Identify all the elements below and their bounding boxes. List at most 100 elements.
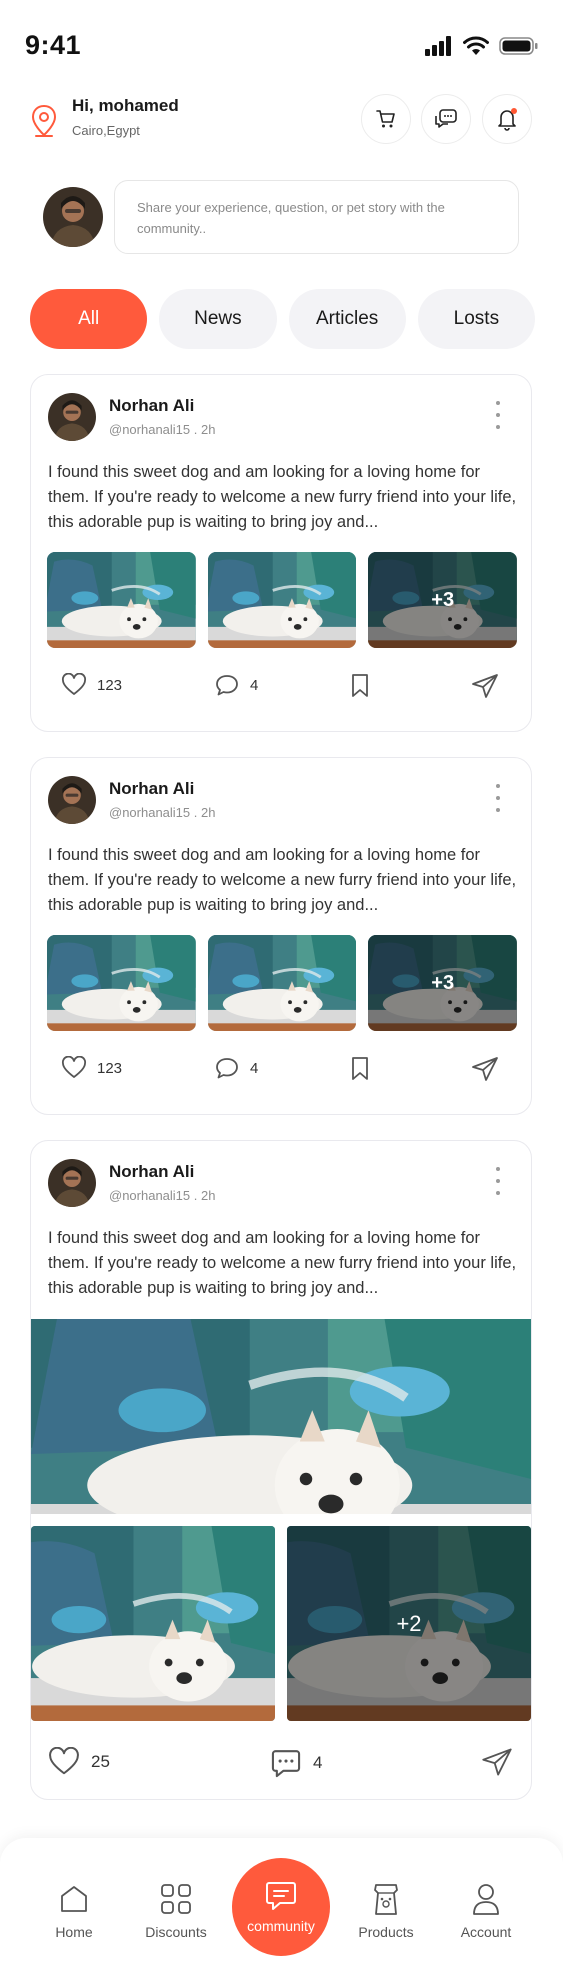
category-tabs: All News Articles Losts [30, 289, 535, 349]
send-icon [472, 674, 498, 698]
nav-label: Account [460, 1924, 512, 1940]
pet-food-bag-icon [374, 1884, 398, 1915]
post-composer: Share your experience, question, or pet … [0, 178, 563, 258]
post-author[interactable]: Norhan Ali [109, 396, 194, 416]
nav-products[interactable]: Products [336, 1878, 436, 1940]
grid-icon [161, 1884, 191, 1914]
nav-discounts[interactable]: Discounts [126, 1878, 226, 1940]
like-count: 123 [97, 676, 123, 694]
post-image[interactable] [47, 935, 196, 1031]
heart-icon [62, 673, 86, 695]
bookmark-button[interactable] [349, 673, 371, 699]
nav-account[interactable]: Account [436, 1878, 536, 1940]
like-button[interactable]: 123 [61, 673, 122, 697]
bookmark-icon [352, 674, 368, 697]
post-card: Norhan Ali @norhanali15 . 2h I found thi… [30, 374, 532, 732]
share-input[interactable]: Share your experience, question, or pet … [114, 180, 519, 254]
post-image[interactable] [31, 1526, 275, 1721]
notifications-button[interactable] [482, 94, 532, 144]
tab-articles[interactable]: Articles [288, 289, 406, 349]
post-actions: 123 4 [31, 665, 531, 705]
like-count: 25 [91, 1752, 110, 1771]
post-handle: @norhanali15 . 2h [109, 1188, 216, 1203]
avatar [43, 187, 103, 247]
community-chat-icon [266, 1882, 296, 1910]
avatar[interactable] [48, 1159, 96, 1207]
bookmark-button[interactable] [349, 1056, 371, 1082]
share-button[interactable] [481, 1747, 513, 1777]
post-handle: @norhanali15 . 2h [109, 805, 216, 820]
nav-home[interactable]: Home [24, 1878, 124, 1940]
post-image[interactable]: +2 [287, 1526, 531, 1721]
send-icon [472, 1057, 498, 1081]
heart-icon [62, 1056, 86, 1078]
post-text: I found this sweet dog and am looking fo… [48, 1229, 517, 1297]
post-image[interactable]: +3 [368, 552, 518, 648]
comment-icon [216, 675, 238, 696]
post-author[interactable]: Norhan Ali [109, 779, 194, 799]
like-count: 123 [97, 1059, 123, 1077]
comment-button[interactable]: 4 [214, 1056, 258, 1080]
more-images-count: +3 [368, 552, 518, 648]
comment-count: 4 [313, 1753, 323, 1772]
battery-icon [499, 37, 538, 55]
location-label: Cairo,Egypt [72, 123, 140, 138]
more-images-count: +3 [368, 935, 518, 1031]
home-icon [61, 1886, 87, 1912]
like-button[interactable]: 25 [47, 1747, 110, 1777]
status-bar: 9:41 [0, 0, 563, 90]
post-image[interactable] [31, 1319, 531, 1514]
heart-icon [49, 1747, 79, 1775]
post-image[interactable] [208, 552, 357, 648]
user-icon [473, 1884, 499, 1915]
comment-icon [216, 1058, 238, 1079]
more-options-icon[interactable] [495, 784, 501, 812]
send-icon [482, 1748, 512, 1776]
post-author[interactable]: Norhan Ali [109, 1162, 194, 1182]
tab-losts[interactable]: Losts [417, 289, 535, 349]
post-text: I found this sweet dog and am looking fo… [48, 846, 517, 914]
nav-label: community [247, 1918, 315, 1934]
notification-dot [511, 108, 517, 114]
nav-label: Discounts [145, 1924, 207, 1940]
greeting: Hi, mohamed [72, 96, 179, 115]
comment-button[interactable]: 4 [214, 673, 258, 697]
post-image[interactable] [47, 552, 196, 648]
comment-button[interactable]: 4 [269, 1747, 322, 1779]
tab-all[interactable]: All [30, 289, 148, 349]
post-images: +3 [47, 935, 518, 1031]
share-button[interactable] [471, 1056, 499, 1082]
nav-community[interactable]: community [232, 1858, 330, 1956]
post-image[interactable]: +3 [368, 935, 518, 1031]
tab-news[interactable]: News [159, 289, 277, 349]
avatar[interactable] [48, 393, 96, 441]
comment-icon [271, 1750, 301, 1778]
messages-button[interactable] [421, 94, 471, 144]
post-text: I found this sweet dog and am looking fo… [48, 463, 517, 531]
more-options-icon[interactable] [495, 401, 501, 429]
post-images: +3 [47, 552, 518, 648]
bookmark-icon [352, 1057, 368, 1080]
share-button[interactable] [471, 673, 499, 699]
post-actions: 123 4 [31, 1048, 531, 1088]
more-images-count: +2 [287, 1526, 531, 1721]
post-card: Norhan Ali @norhanali15 . 2h I found thi… [30, 757, 532, 1115]
like-button[interactable]: 123 [61, 1056, 122, 1080]
more-options-icon[interactable] [495, 1167, 501, 1195]
status-icons [425, 36, 539, 56]
bottom-navigation: Home Discounts community Products Accoun… [0, 1838, 563, 1975]
wifi-icon [463, 36, 489, 55]
post-actions: 25 4 [31, 1739, 531, 1779]
cart-icon [376, 110, 395, 128]
nav-label: Products [358, 1924, 414, 1940]
post-image[interactable] [208, 935, 357, 1031]
header: Hi, mohamed Cairo,Egypt [0, 90, 563, 170]
cart-button[interactable] [361, 94, 411, 144]
post-images: +2 [31, 1526, 531, 1721]
signal-icon [425, 36, 451, 56]
comment-count: 4 [250, 1059, 259, 1077]
avatar[interactable] [48, 776, 96, 824]
nav-label: Home [55, 1924, 93, 1940]
post-card: Norhan Ali @norhanali15 . 2h I found thi… [30, 1140, 532, 1800]
comment-count: 4 [250, 676, 259, 694]
